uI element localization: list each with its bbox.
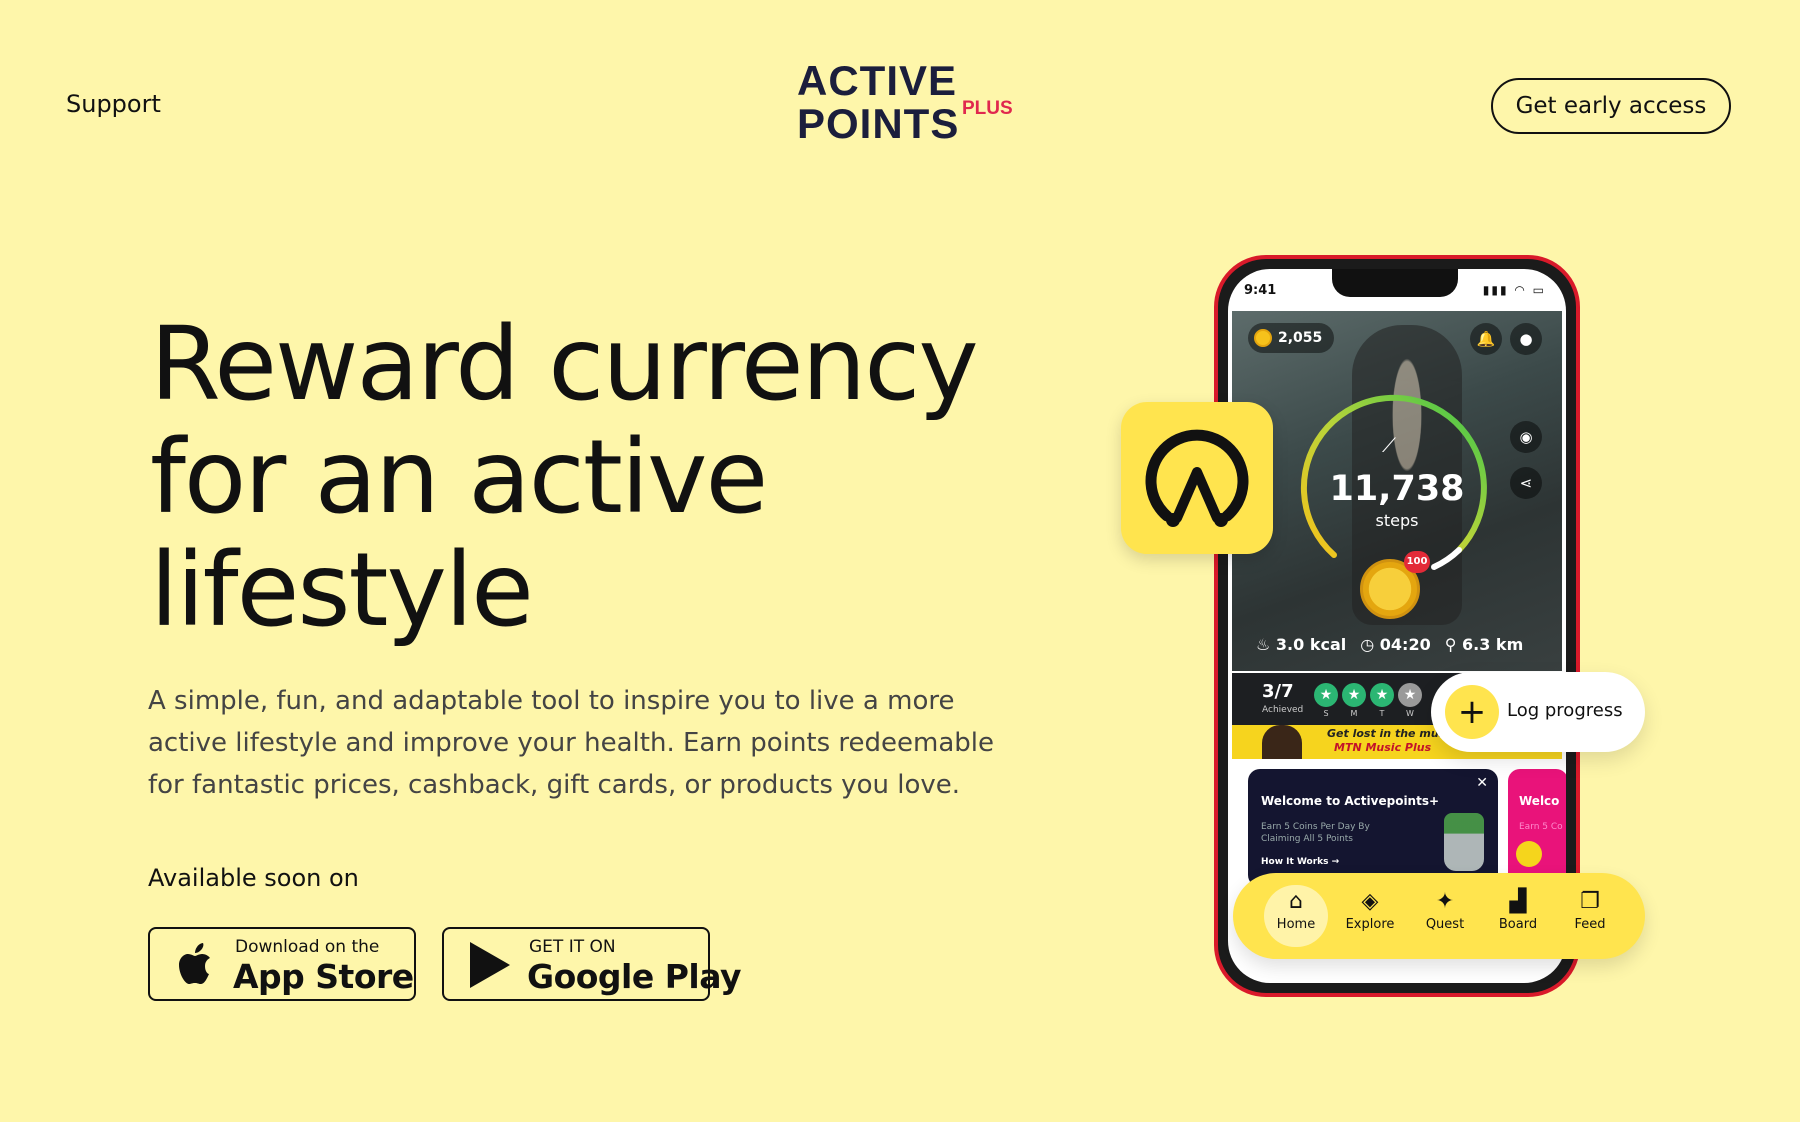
hero-title-line1: Reward currency: [150, 305, 979, 424]
banner-image: [1262, 725, 1302, 759]
nav-label: Board: [1498, 917, 1538, 932]
active-points-mark-icon: [1145, 429, 1249, 527]
how-it-works-link[interactable]: How It Works →: [1261, 857, 1339, 867]
timer-icon: ◷: [1360, 635, 1380, 654]
day-label: T: [1379, 709, 1385, 718]
kcal-metric: ♨ 3.0 kcal: [1256, 635, 1346, 654]
nav-label: Home: [1276, 917, 1316, 932]
logo-plus: PLUS: [962, 98, 1013, 119]
star-icon: ★: [1398, 683, 1422, 707]
podium-icon: ▟: [1509, 889, 1527, 914]
welcome-card-desc: Earn 5 Coins Per Day By Claiming All 5 P…: [1261, 822, 1370, 844]
active-points-logo[interactable]: ACTIVE POINTS PLUS: [797, 57, 1013, 154]
status-time: 9:41: [1244, 283, 1277, 298]
hero-description: A simple, fun, and adaptable tool to ins…: [148, 686, 995, 800]
google-play-big-text: Google Play: [527, 957, 742, 996]
nav-item-home[interactable]: ⌂ Home: [1264, 885, 1328, 947]
home-icon: ⌂: [1289, 889, 1303, 914]
close-icon[interactable]: ✕: [1476, 775, 1488, 791]
sparkle-icon: ✦: [1435, 889, 1455, 914]
nav-label: Explore: [1345, 917, 1395, 932]
distance-metric: ⚲ 6.3 km: [1445, 635, 1524, 654]
bell-icon[interactable]: 🔔: [1470, 323, 1502, 355]
compass-icon: ◈: [1361, 889, 1379, 914]
activity-metrics: ♨ 3.0 kcal ◷ 04:20 ⚲ 6.3 km: [1256, 635, 1556, 654]
app-store-small-text: Download on the: [235, 937, 380, 957]
app-icon: [1121, 402, 1273, 554]
time-metric: ◷ 04:20: [1360, 635, 1430, 654]
welcome-card[interactable]: ✕ Welcome to Activepoints+ Earn 5 Coins …: [1248, 769, 1498, 887]
day-label: S: [1323, 709, 1329, 718]
nav-item-board[interactable]: ▟ Board: [1486, 885, 1550, 947]
phone-notch: [1332, 269, 1458, 297]
nav-item-feed[interactable]: ❐ Feed: [1558, 885, 1622, 947]
coin-badge: 100: [1404, 551, 1430, 573]
activity-photo: 2,055 🔔 ● ◉ ⋖ ⟋ 11,738 steps 100 ♨ 3.0 k…: [1232, 311, 1562, 671]
camera-icon[interactable]: ◉: [1510, 421, 1542, 453]
nav-item-quest[interactable]: ✦ Quest: [1413, 885, 1477, 947]
get-early-access-button[interactable]: Get early access: [1491, 78, 1731, 134]
steps-count: 11,738: [1329, 469, 1465, 509]
banner-line2: MTN Music Plus: [1334, 741, 1432, 754]
coins-value: 2,055: [1278, 330, 1323, 346]
available-label: Available soon on: [148, 864, 359, 892]
steps-label: steps: [1375, 511, 1419, 530]
achieved-fraction: 3/7: [1262, 681, 1294, 702]
star-icon: ★: [1342, 683, 1366, 707]
plant-jar-image: [1444, 813, 1484, 871]
google-play-small-text: GET IT ON: [529, 937, 616, 957]
location-icon: ⚲: [1444, 635, 1463, 654]
coins-balance[interactable]: 2,055: [1248, 323, 1335, 353]
play-icon: [470, 942, 510, 988]
coin-icon: [1254, 329, 1272, 347]
distance-value: 6.3 km: [1462, 635, 1524, 654]
flame-icon: ♨: [1256, 635, 1276, 654]
arrow-right-icon: →: [1331, 857, 1340, 867]
welcome-card-title: Welcome to Activepoints+: [1261, 794, 1440, 808]
day-label: M: [1350, 709, 1358, 718]
logo-line2: POINTS: [797, 100, 960, 147]
profile-icon[interactable]: ●: [1510, 323, 1542, 355]
card2-desc: Earn 5 Co: [1519, 822, 1563, 832]
star-icon: ★: [1314, 683, 1338, 707]
log-progress-label: Log progress: [1507, 700, 1623, 721]
google-play-button[interactable]: GET IT ON Google Play: [442, 927, 742, 1001]
nav-item-explore[interactable]: ◈ Explore: [1338, 885, 1402, 947]
hero-title: Reward currency for an active lifestyle: [150, 308, 1090, 647]
trend-icon: ⟋: [1382, 433, 1396, 457]
app-store-button[interactable]: Download on the App Store: [148, 927, 416, 1001]
hero-title-line2: for an active: [150, 418, 768, 537]
headset-icon: [1516, 841, 1542, 867]
feed-icon: ❐: [1580, 889, 1600, 914]
nav-label: Feed: [1574, 917, 1606, 932]
bottom-nav: ⌂ Home ◈ Explore ✦ Quest ▟ Board ❐ Feed: [1233, 873, 1645, 959]
how-it-works-label: How It Works: [1261, 857, 1329, 867]
support-link[interactable]: Support: [66, 90, 161, 118]
nav-label: Quest: [1425, 917, 1465, 932]
card2-title: Welco: [1519, 794, 1560, 808]
kcal-value: 3.0 kcal: [1275, 635, 1347, 654]
status-icons: ▮▮▮ ◠ ▭: [1482, 283, 1546, 297]
log-progress-button[interactable]: + Log progress: [1431, 672, 1645, 752]
day-label: W: [1406, 709, 1414, 718]
logo-line1: ACTIVE: [797, 57, 958, 104]
achieved-label: Achieved: [1262, 705, 1304, 715]
app-store-big-text: App Store: [233, 957, 414, 996]
time-value: 04:20: [1379, 635, 1431, 654]
apple-icon: [179, 943, 210, 984]
plus-icon: +: [1445, 685, 1499, 739]
hero-title-line3: lifestyle: [150, 531, 534, 650]
star-icon: ★: [1370, 683, 1394, 707]
welcome-card-secondary[interactable]: Welco Earn 5 Co: [1508, 769, 1566, 887]
